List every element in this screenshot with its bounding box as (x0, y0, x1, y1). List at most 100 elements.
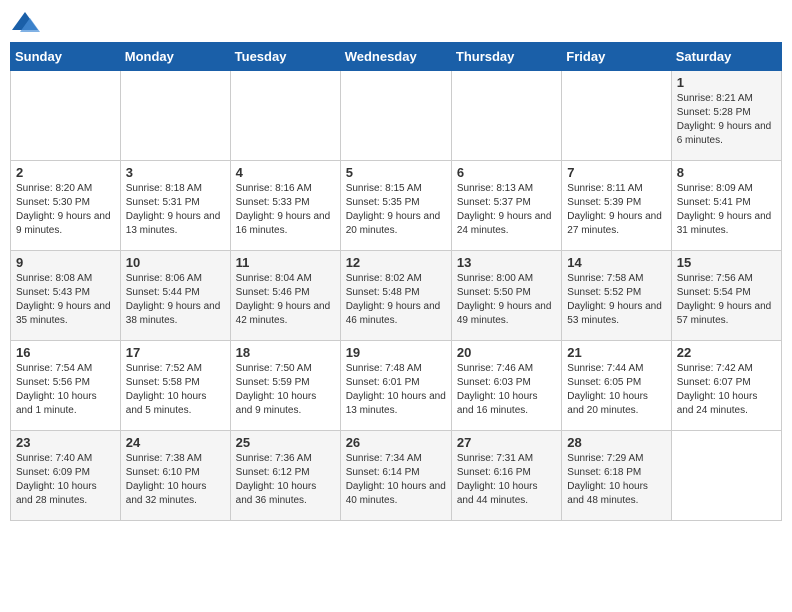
calendar-cell: 7 Sunrise: 8:11 AM Sunset: 5:39 PM Daylig… (562, 161, 671, 251)
day-number: 8 (677, 165, 776, 180)
calendar-cell: 21Sunrise: 7:44 AM Sunset: 6:05 PM Dayli… (562, 341, 671, 431)
day-info: Sunrise: 7:50 AM Sunset: 5:59 PM Dayligh… (236, 362, 335, 418)
calendar-cell (120, 71, 230, 161)
day-number: 27 (457, 435, 556, 450)
calendar-cell: 22 Sunrise: 7:42 AM Sunset: 6:07 PM Dayli… (671, 341, 781, 431)
calendar-cell: 10 Sunrise: 8:06 AM Sunset: 5:44 PM Dayli… (120, 251, 230, 341)
calendar-cell: 1Sunrise: 8:21 AM Sunset: 5:28 PM Daylig… (671, 71, 781, 161)
day-info: Sunrise: 8:21 AM Sunset: 5:28 PM Dayligh… (677, 92, 776, 148)
day-info: Sunrise: 8:20 AM Sunset: 5:30 PM Dayligh… (16, 182, 115, 238)
weekday-header-row: SundayMondayTuesdayWednesdayThursdayFrid… (11, 43, 782, 71)
calendar-cell: 2 Sunrise: 8:20 AM Sunset: 5:30 PM Daylig… (11, 161, 121, 251)
day-number: 17 (126, 345, 225, 360)
day-number: 20 (457, 345, 556, 360)
day-number: 13 (457, 255, 556, 270)
day-info: Sunrise: 7:29 AM Sunset: 6:18 PM Dayligh… (567, 452, 665, 508)
day-info: Sunrise: 8:02 AM Sunset: 5:48 PM Dayligh… (346, 272, 446, 328)
calendar-cell: 6 Sunrise: 8:13 AM Sunset: 5:37 PM Daylig… (451, 161, 561, 251)
calendar-cell: 16 Sunrise: 7:54 AM Sunset: 5:56 PM Dayli… (11, 341, 121, 431)
calendar-cell: 4 Sunrise: 8:16 AM Sunset: 5:33 PM Daylig… (230, 161, 340, 251)
calendar-cell (562, 71, 671, 161)
day-info: Sunrise: 7:40 AM Sunset: 6:09 PM Dayligh… (16, 452, 115, 508)
weekday-header-friday: Friday (562, 43, 671, 71)
calendar-cell: 18 Sunrise: 7:50 AM Sunset: 5:59 PM Dayli… (230, 341, 340, 431)
calendar-cell: 14 Sunrise: 7:58 AM Sunset: 5:52 PM Dayli… (562, 251, 671, 341)
day-number: 2 (16, 165, 115, 180)
day-number: 15 (677, 255, 776, 270)
calendar-cell: 9Sunrise: 8:08 AM Sunset: 5:43 PM Daylig… (11, 251, 121, 341)
day-number: 4 (236, 165, 335, 180)
day-number: 19 (346, 345, 446, 360)
day-number: 18 (236, 345, 335, 360)
calendar-cell: 8Sunrise: 8:09 AM Sunset: 5:41 PM Daylig… (671, 161, 781, 251)
day-number: 23 (16, 435, 115, 450)
day-info: Sunrise: 7:36 AM Sunset: 6:12 PM Dayligh… (236, 452, 335, 508)
weekday-header-tuesday: Tuesday (230, 43, 340, 71)
day-info: Sunrise: 7:56 AM Sunset: 5:54 PM Dayligh… (677, 272, 776, 328)
logo (10, 10, 44, 34)
day-info: Sunrise: 7:58 AM Sunset: 5:52 PM Dayligh… (567, 272, 665, 328)
day-info: Sunrise: 8:06 AM Sunset: 5:44 PM Dayligh… (126, 272, 225, 328)
day-info: Sunrise: 8:15 AM Sunset: 5:35 PM Dayligh… (346, 182, 446, 238)
calendar-cell: 25 Sunrise: 7:36 AM Sunset: 6:12 PM Dayli… (230, 431, 340, 521)
day-number: 22 (677, 345, 776, 360)
day-info: Sunrise: 7:48 AM Sunset: 6:01 PM Dayligh… (346, 362, 446, 418)
day-info: Sunrise: 7:52 AM Sunset: 5:58 PM Dayligh… (126, 362, 225, 418)
calendar-cell: 13 Sunrise: 8:00 AM Sunset: 5:50 PM Dayli… (451, 251, 561, 341)
day-info: Sunrise: 8:16 AM Sunset: 5:33 PM Dayligh… (236, 182, 335, 238)
calendar-cell: 3 Sunrise: 8:18 AM Sunset: 5:31 PM Daylig… (120, 161, 230, 251)
day-info: Sunrise: 7:31 AM Sunset: 6:16 PM Dayligh… (457, 452, 556, 508)
day-number: 24 (126, 435, 225, 450)
calendar-cell: 5Sunrise: 8:15 AM Sunset: 5:35 PM Daylig… (340, 161, 451, 251)
day-info: Sunrise: 8:11 AM Sunset: 5:39 PM Dayligh… (567, 182, 665, 238)
calendar-cell: 17 Sunrise: 7:52 AM Sunset: 5:58 PM Dayli… (120, 341, 230, 431)
day-number: 14 (567, 255, 665, 270)
calendar-week-row: 23 Sunrise: 7:40 AM Sunset: 6:09 PM Dayli… (11, 431, 782, 521)
day-info: Sunrise: 7:42 AM Sunset: 6:07 PM Dayligh… (677, 362, 776, 418)
day-number: 6 (457, 165, 556, 180)
day-info: Sunrise: 7:46 AM Sunset: 6:03 PM Dayligh… (457, 362, 556, 418)
calendar-cell (230, 71, 340, 161)
calendar-cell: 12 Sunrise: 8:02 AM Sunset: 5:48 PM Dayli… (340, 251, 451, 341)
day-info: Sunrise: 7:44 AM Sunset: 6:05 PM Dayligh… (567, 362, 665, 418)
weekday-header-monday: Monday (120, 43, 230, 71)
day-info: Sunrise: 7:34 AM Sunset: 6:14 PM Dayligh… (346, 452, 446, 508)
weekday-header-thursday: Thursday (451, 43, 561, 71)
calendar: SundayMondayTuesdayWednesdayThursdayFrid… (10, 42, 782, 521)
calendar-cell: 28 Sunrise: 7:29 AM Sunset: 6:18 PM Dayli… (562, 431, 671, 521)
day-info: Sunrise: 7:38 AM Sunset: 6:10 PM Dayligh… (126, 452, 225, 508)
calendar-week-row: 2 Sunrise: 8:20 AM Sunset: 5:30 PM Daylig… (11, 161, 782, 251)
calendar-cell: 19 Sunrise: 7:48 AM Sunset: 6:01 PM Dayli… (340, 341, 451, 431)
logo-icon (10, 10, 40, 34)
header (10, 10, 782, 34)
day-info: Sunrise: 8:04 AM Sunset: 5:46 PM Dayligh… (236, 272, 335, 328)
day-number: 7 (567, 165, 665, 180)
day-number: 3 (126, 165, 225, 180)
day-number: 25 (236, 435, 335, 450)
weekday-header-sunday: Sunday (11, 43, 121, 71)
calendar-cell: 26 Sunrise: 7:34 AM Sunset: 6:14 PM Dayli… (340, 431, 451, 521)
day-number: 12 (346, 255, 446, 270)
day-number: 28 (567, 435, 665, 450)
calendar-cell: 27 Sunrise: 7:31 AM Sunset: 6:16 PM Dayli… (451, 431, 561, 521)
calendar-cell: 20 Sunrise: 7:46 AM Sunset: 6:03 PM Dayli… (451, 341, 561, 431)
day-number: 16 (16, 345, 115, 360)
calendar-week-row: 9Sunrise: 8:08 AM Sunset: 5:43 PM Daylig… (11, 251, 782, 341)
calendar-cell: 11 Sunrise: 8:04 AM Sunset: 5:46 PM Dayli… (230, 251, 340, 341)
day-info: Sunrise: 7:54 AM Sunset: 5:56 PM Dayligh… (16, 362, 115, 418)
day-info: Sunrise: 8:18 AM Sunset: 5:31 PM Dayligh… (126, 182, 225, 238)
day-info: Sunrise: 8:13 AM Sunset: 5:37 PM Dayligh… (457, 182, 556, 238)
calendar-week-row: 16 Sunrise: 7:54 AM Sunset: 5:56 PM Dayli… (11, 341, 782, 431)
weekday-header-wednesday: Wednesday (340, 43, 451, 71)
calendar-cell: 15 Sunrise: 7:56 AM Sunset: 5:54 PM Dayli… (671, 251, 781, 341)
day-number: 26 (346, 435, 446, 450)
day-info: Sunrise: 8:00 AM Sunset: 5:50 PM Dayligh… (457, 272, 556, 328)
calendar-cell: 23 Sunrise: 7:40 AM Sunset: 6:09 PM Dayli… (11, 431, 121, 521)
calendar-cell (340, 71, 451, 161)
calendar-cell: 24 Sunrise: 7:38 AM Sunset: 6:10 PM Dayli… (120, 431, 230, 521)
calendar-cell (11, 71, 121, 161)
day-number: 10 (126, 255, 225, 270)
day-info: Sunrise: 8:08 AM Sunset: 5:43 PM Dayligh… (16, 272, 115, 328)
day-number: 11 (236, 255, 335, 270)
calendar-cell (671, 431, 781, 521)
